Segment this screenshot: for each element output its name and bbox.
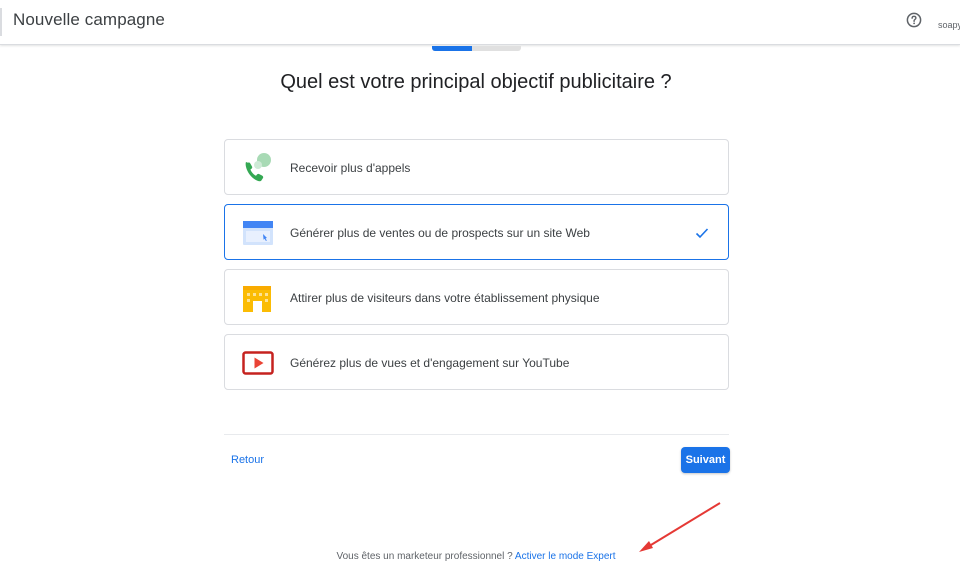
phone-icon xyxy=(245,153,271,182)
expert-mode-link[interactable]: Activer le mode Expert xyxy=(515,551,616,562)
actions-divider xyxy=(224,434,729,435)
option-store-visits[interactable]: Attirer plus de visiteurs dans votre éta… xyxy=(224,269,729,325)
page-title: Nouvelle campagne xyxy=(13,10,165,29)
option-store-visits-label: Attirer plus de visiteurs dans votre éta… xyxy=(290,291,600,305)
option-website-sales-label: Générer plus de ventes ou de prospects s… xyxy=(290,226,590,240)
option-website-sales[interactable]: Générer plus de ventes ou de prospects s… xyxy=(224,204,729,260)
option-calls-label: Recevoir plus d'appels xyxy=(290,161,411,175)
back-button[interactable]: Retour xyxy=(231,454,264,466)
expert-mode-prompt: Vous êtes un marketeur professionnel ? xyxy=(336,551,515,562)
help-icon[interactable] xyxy=(906,12,922,28)
option-calls[interactable]: Recevoir plus d'appels xyxy=(224,139,729,195)
checkmark-icon xyxy=(695,228,709,239)
objective-question: Quel est votre principal objectif public… xyxy=(280,71,672,93)
new-campaign-page: Nouvelle campagne soapy Quel est votre p… xyxy=(0,0,960,576)
progress-bar xyxy=(432,46,521,51)
expert-mode-footer: Vous êtes un marketeur professionnel ? A… xyxy=(0,551,952,562)
account-name[interactable]: soapy xyxy=(938,20,960,30)
top-bar-edge xyxy=(0,8,2,36)
option-youtube-views[interactable]: Générez plus de vues et d'engagement sur… xyxy=(224,334,729,390)
website-icon xyxy=(243,221,273,245)
youtube-play-icon xyxy=(242,351,274,375)
next-button[interactable]: Suivant xyxy=(681,447,730,473)
option-youtube-views-label: Générez plus de vues et d'engagement sur… xyxy=(290,356,570,370)
store-icon xyxy=(243,286,271,312)
objective-options: Recevoir plus d'appels Générer plus de v… xyxy=(224,139,729,399)
top-bar: Nouvelle campagne soapy xyxy=(0,0,960,45)
progress-bar-fill xyxy=(432,46,473,51)
